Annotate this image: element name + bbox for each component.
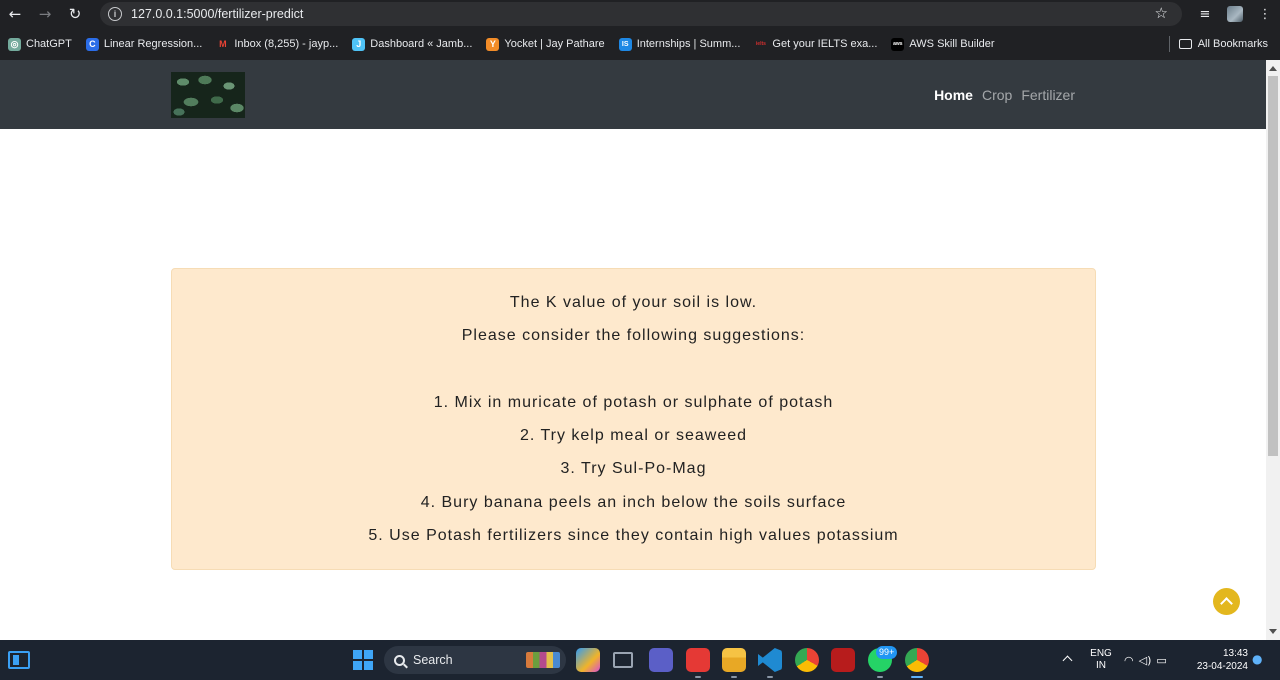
bookmark-internships[interactable]: IS Internships | Summ... xyxy=(618,37,740,51)
bookmark-ielts[interactable]: ielts Get your IELTS exa... xyxy=(754,38,877,51)
suggestion-item: 1. Mix in muricate of potash or sulphate… xyxy=(433,393,834,411)
search-highlight-books-icon xyxy=(526,652,560,668)
clock-time: 13:43 xyxy=(1222,648,1248,659)
suggestion-item: 4. Bury banana peels an inch below the s… xyxy=(420,493,847,511)
bookmark-linear-regression[interactable]: C Linear Regression... xyxy=(85,37,202,51)
suggestion-item: 5. Use Potash fertilizers since they con… xyxy=(368,527,899,545)
file-explorer-icon[interactable] xyxy=(722,648,746,672)
vscode-icon[interactable] xyxy=(758,648,782,672)
clock-date: 23-04-2024 xyxy=(1196,661,1248,672)
bookmark-dashboard[interactable]: J Dashboard « Jamb... xyxy=(352,37,472,51)
nav-fertilizer-link[interactable]: Fertilizer xyxy=(1021,87,1075,103)
search-icon xyxy=(394,654,405,666)
back-arrow-icon: ← xyxy=(8,5,22,23)
reading-list-icon[interactable]: ≡ xyxy=(1190,7,1220,22)
is-icon: IS xyxy=(618,37,632,51)
chevron-up-icon xyxy=(1062,655,1073,666)
chrome-active-icon[interactable] xyxy=(905,648,929,672)
back-to-top-button[interactable] xyxy=(1213,588,1240,615)
url-text[interactable]: 127.0.0.1:5000/fertilizer-predict xyxy=(131,7,303,21)
site-logo-leaves[interactable] xyxy=(171,72,245,118)
bookmark-yocket[interactable]: Y Yocket | Jay Pathare xyxy=(486,37,605,51)
scroll-down-arrow-icon[interactable] xyxy=(1269,629,1277,634)
language-indicator[interactable]: ENG IN xyxy=(1088,640,1114,680)
bookmark-inbox[interactable]: M Inbox (8,255) - jayp... xyxy=(216,38,338,51)
site-navbar: Home Crop Fertilizer xyxy=(0,60,1266,129)
volume-icon: ◁) xyxy=(1138,653,1152,667)
running-indicator xyxy=(731,676,737,678)
forward-button[interactable]: → xyxy=(30,0,60,28)
all-bookmarks-button[interactable]: All Bookmarks xyxy=(1178,28,1268,60)
wifi-icon: ◠ xyxy=(1124,653,1134,667)
j-icon: J xyxy=(352,37,366,51)
profile-avatar[interactable] xyxy=(1227,6,1243,22)
page-scrollbar[interactable] xyxy=(1266,60,1280,640)
notification-bell-icon[interactable]: ● xyxy=(1252,640,1266,680)
result-intro: Please consider the following suggestion… xyxy=(461,327,806,345)
start-windows-icon[interactable] xyxy=(353,650,373,670)
widgets-icon[interactable] xyxy=(8,651,30,669)
reload-button[interactable]: ↻ xyxy=(60,0,90,28)
bookmarks-divider xyxy=(1169,36,1170,52)
show-hidden-icons-button[interactable] xyxy=(1062,640,1074,680)
site-info-icon[interactable]: i xyxy=(108,7,122,21)
nav-home-link[interactable]: Home xyxy=(934,87,973,103)
taskbar-search[interactable]: Search xyxy=(384,646,566,674)
chatgpt-icon: ◎ xyxy=(8,37,21,51)
running-indicator xyxy=(767,676,773,678)
suggestion-item: 2. Try kelp meal or seaweed xyxy=(519,427,748,445)
address-bar[interactable]: i 127.0.0.1:5000/fertilizer-predict ☆ xyxy=(100,2,1182,26)
web-page: Home Crop Fertilizer The K value of your… xyxy=(0,60,1266,640)
running-indicator xyxy=(695,676,701,678)
bookmarks-bar: ◎ ChatGPT C Linear Regression... M Inbox (8… xyxy=(0,28,1280,60)
bookmark-chatgpt[interactable]: ◎ ChatGPT xyxy=(8,37,72,51)
nav-crop-link[interactable]: Crop xyxy=(982,87,1012,103)
search-label: Search xyxy=(413,653,453,667)
reload-icon: ↻ xyxy=(68,5,82,23)
system-tray-icons[interactable]: ◠ ◁) ▭ xyxy=(1124,640,1182,680)
aws-icon: aws xyxy=(891,37,905,51)
ielts-icon: ielts xyxy=(755,41,766,47)
fertilizer-result-card: The K value of your soil is low. Please … xyxy=(171,268,1096,570)
wps-office-icon[interactable] xyxy=(686,648,710,672)
c-icon: C xyxy=(85,37,99,51)
language-code: ENG xyxy=(1090,648,1112,659)
game-app-icon[interactable] xyxy=(831,648,855,672)
nav-links: Home Crop Fertilizer xyxy=(925,60,1075,129)
task-view-icon[interactable] xyxy=(613,652,633,668)
browser-toolbar: ← → ↻ i 127.0.0.1:5000/fertilizer-predic… xyxy=(0,0,1280,28)
result-heading: The K value of your soil is low. xyxy=(509,294,758,311)
running-indicator xyxy=(877,676,883,678)
battery-icon: ▭ xyxy=(1156,653,1167,667)
chrome-icon[interactable] xyxy=(795,648,819,672)
whatsapp-unread-badge: 99+ xyxy=(876,646,898,659)
taskbar-clock[interactable]: 13:43 23-04-2024 xyxy=(1188,640,1248,680)
bookmark-star-icon[interactable]: ☆ xyxy=(1155,4,1168,22)
back-button[interactable]: ← xyxy=(0,0,30,28)
gmail-icon: M xyxy=(219,39,227,49)
folder-icon xyxy=(1178,39,1192,49)
copilot-icon[interactable] xyxy=(576,648,600,672)
active-window-indicator xyxy=(911,676,923,678)
teams-icon[interactable] xyxy=(649,648,673,672)
menu-kebab-icon[interactable]: ⋮ xyxy=(1250,7,1280,22)
bookmark-aws[interactable]: aws AWS Skill Builder xyxy=(891,37,995,51)
chevron-up-icon xyxy=(1220,597,1233,610)
scroll-up-arrow-icon[interactable] xyxy=(1269,66,1277,71)
region-code: IN xyxy=(1096,660,1106,671)
yocket-icon: Y xyxy=(486,37,500,51)
scroll-thumb[interactable] xyxy=(1268,76,1278,456)
suggestion-item: 3. Try Sul-Po-Mag xyxy=(560,460,707,478)
forward-arrow-icon: → xyxy=(38,5,52,23)
